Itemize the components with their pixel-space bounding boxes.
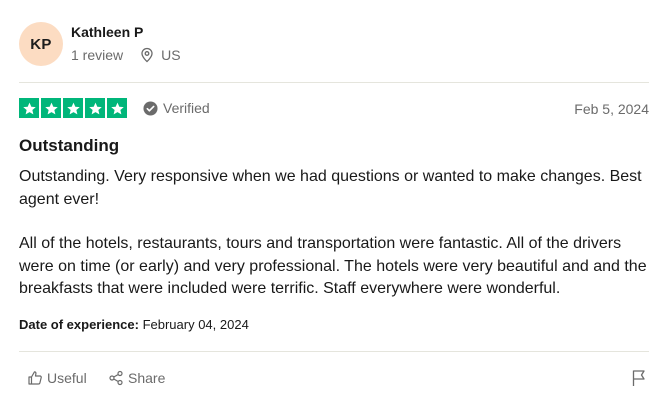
date-of-experience: Date of experience: February 04, 2024 [19,317,249,332]
useful-label: Useful [47,370,87,386]
flag-icon [632,370,645,386]
rating-row: Verified Feb 5, 2024 [19,98,649,120]
experience-date: February 04, 2024 [142,317,249,332]
star-icon [63,98,83,118]
review-body: Outstanding. Very responsive when we had… [19,166,649,301]
review-card: KP Kathleen P 1 review US Verified Feb 5… [0,0,663,406]
review-paragraph: All of the hotels, restaurants, tours an… [19,235,647,297]
review-paragraph: Outstanding. Very responsive when we had… [19,168,642,208]
reviewer-meta: 1 review US [71,47,181,63]
review-count: 1 review [71,47,124,63]
review-title[interactable]: Outstanding [19,136,119,156]
divider [19,82,649,83]
review-date: Feb 5, 2024 [574,101,649,117]
divider [19,351,649,352]
star-icon [85,98,105,118]
review-actions: Useful Share [19,367,649,389]
verified-check-icon [143,100,158,116]
share-button[interactable]: Share [108,367,165,389]
star-icon [41,98,61,118]
verified-label: Verified [163,100,210,116]
verified-badge[interactable]: Verified [143,100,210,116]
reviewer-country: US [161,47,181,63]
experience-label: Date of experience: [19,317,139,332]
share-label: Share [128,370,166,386]
reviewer-header: KP Kathleen P 1 review US [19,22,649,68]
report-button[interactable] [631,369,647,387]
location-pin-icon [139,47,155,63]
useful-button[interactable]: Useful [27,367,87,389]
thumbs-up-icon [28,371,42,385]
share-icon [109,370,123,386]
reviewer-name[interactable]: Kathleen P [71,24,143,40]
star-rating [19,98,127,118]
avatar[interactable]: KP [19,22,63,66]
star-icon [107,98,127,118]
star-icon [19,98,39,118]
